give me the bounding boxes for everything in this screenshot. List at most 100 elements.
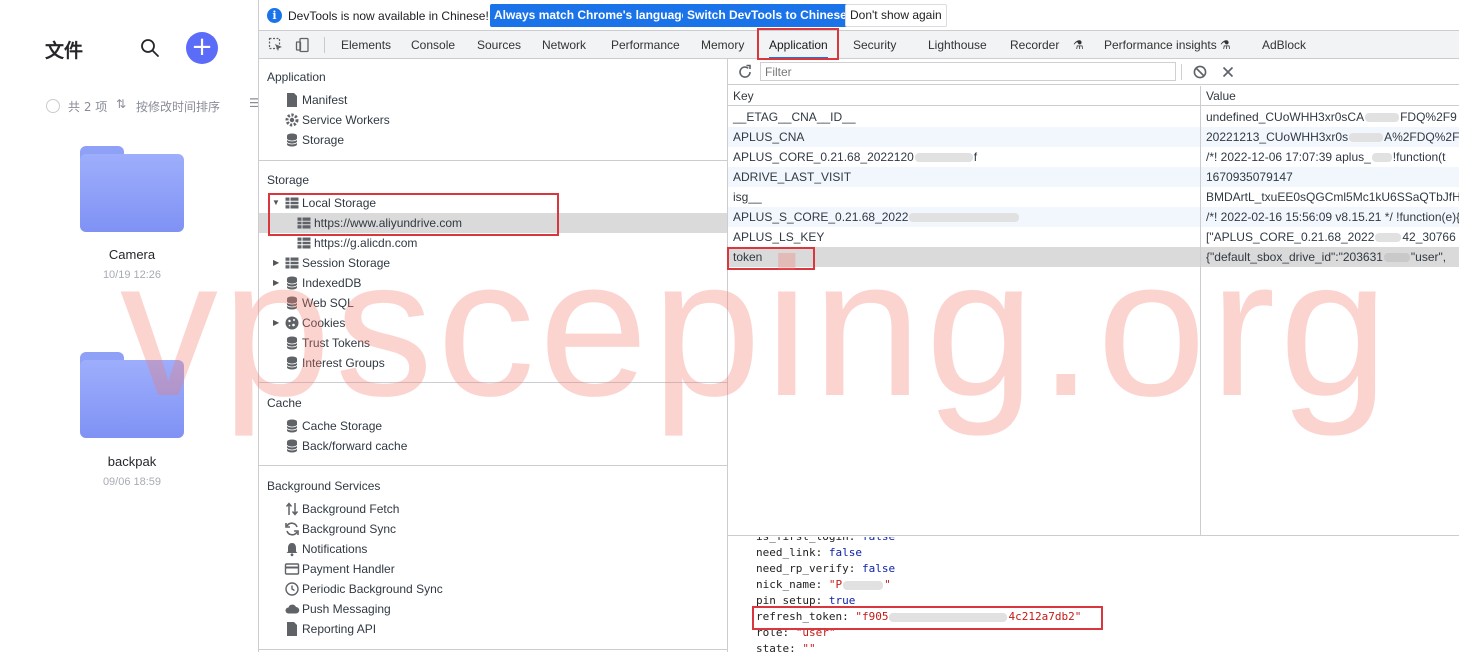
sort-button[interactable]: 按修改时间排序 [136, 98, 220, 115]
preview-value: false [861, 562, 896, 575]
sort-icon[interactable]: ⇅ [116, 97, 126, 111]
up-down-arrows-icon [285, 502, 299, 516]
inspect-element-icon[interactable] [268, 37, 284, 53]
credit-card-icon [284, 563, 300, 575]
sidebar-item-session-storage[interactable]: Session Storage [284, 253, 484, 273]
preview-key: is_first_login [756, 537, 849, 543]
sidebar-item-storage[interactable]: Storage [284, 130, 484, 150]
tab-performance[interactable]: Performance [611, 31, 680, 59]
sidebar-item-cookies[interactable]: Cookies [284, 313, 484, 333]
expand-arrow-icon[interactable]: ▶ [273, 258, 279, 267]
table-row[interactable]: APLUS_CORE_0.21.68_2022120 f /*! 2022-12-… [728, 147, 1459, 167]
expand-arrow-icon[interactable]: ▶ [273, 278, 279, 287]
table-row-token[interactable]: token {"default_sbox_drive_id":"203631 "u… [728, 247, 1459, 267]
match-language-button[interactable]: Always match Chrome's language [490, 4, 693, 27]
tab-performance-insights[interactable]: Performance insights [1104, 31, 1217, 59]
device-toolbar-icon[interactable] [295, 37, 311, 53]
tab-lighthouse[interactable]: Lighthouse [928, 31, 987, 59]
section-divider [259, 465, 728, 466]
column-divider[interactable] [1200, 86, 1201, 536]
value-text: ["APLUS_CORE_0.21.68_2022 [1206, 230, 1375, 244]
sidebar-item-trust-tokens[interactable]: Trust Tokens [284, 333, 484, 353]
redaction-blur [1383, 253, 1410, 263]
expand-arrow-icon[interactable]: ▼ [272, 198, 280, 207]
folder-name[interactable]: backpak [52, 454, 212, 469]
sidebar-item-background-sync[interactable]: Background Sync [284, 519, 504, 539]
tab-security[interactable]: Security [853, 31, 896, 59]
table-row[interactable]: APLUS_S_CORE_0.21.68_2022 /*! 2022-02-16… [728, 207, 1459, 227]
add-button[interactable]: + [186, 32, 218, 64]
preview-key: nick_name [756, 578, 816, 591]
key-cell: __ETAG__CNA__ID__ [728, 107, 1200, 127]
preview-value: false [828, 546, 862, 559]
sidebar-item-cache-storage[interactable]: Cache Storage [284, 416, 484, 436]
value-cell: BMDArtL_txuEE0sQGCml5Mc1kU6SSaQTbJfHGTp [1201, 187, 1459, 207]
devtools-tabbar: Elements Console Sources Network Perform… [259, 31, 1459, 59]
sidebar-item-origin-aliyundrive[interactable]: https://www.aliyundrive.com [259, 213, 727, 233]
table-row[interactable]: APLUS_LS_KEY ["APLUS_CORE_0.21.68_2022 42… [728, 227, 1459, 247]
sidebar-item-periodic-background-sync[interactable]: Periodic Background Sync [284, 579, 504, 599]
database-icon [286, 276, 298, 290]
key-cell: ADRIVE_LAST_VISIT [728, 167, 1200, 187]
value-text: {"default_sbox_drive_id":"203631 [1206, 250, 1383, 264]
section-divider [259, 382, 728, 383]
sidebar-item-back-forward-cache[interactable]: Back/forward cache [284, 436, 484, 456]
tab-network[interactable]: Network [542, 31, 586, 59]
sidebar-item-label: IndexedDB [302, 276, 362, 290]
preview-key: state [756, 642, 790, 652]
select-all-checkbox[interactable] [46, 99, 60, 113]
column-header-key[interactable]: Key [728, 86, 1200, 106]
sidebar-item-payment-handler[interactable]: Payment Handler [284, 559, 504, 579]
clear-all-icon[interactable] [1192, 64, 1208, 80]
sidebar-item-label: Service Workers [302, 113, 390, 127]
table-row[interactable]: ADRIVE_LAST_VISIT 1670935079147 [728, 167, 1459, 187]
tab-separator [324, 37, 325, 53]
sidebar-item-origin-alicdn[interactable]: https://g.alicdn.com [296, 233, 496, 253]
section-cache-title: Cache [267, 396, 302, 410]
folder-name[interactable]: Camera [52, 247, 212, 262]
sidebar-item-indexeddb[interactable]: IndexedDB [284, 273, 484, 293]
refresh-icon[interactable] [737, 64, 753, 80]
tab-elements[interactable]: Elements [341, 31, 391, 59]
tab-application[interactable]: Application [769, 31, 828, 59]
value-text: /*! 2022-12-06 17:07:39 aplus_ [1206, 150, 1371, 164]
tab-sources[interactable]: Sources [477, 31, 521, 59]
value-text: 20221213_CUoWHH3xr0s [1206, 130, 1349, 144]
table-row[interactable]: __ETAG__CNA__ID__ undefined_CUoWHH3xr0sC… [728, 107, 1459, 127]
tab-memory[interactable]: Memory [701, 31, 744, 59]
sidebar-item-web-sql[interactable]: Web SQL [284, 293, 484, 313]
key-text: APLUS_CORE_0.21.68_2022120 [733, 150, 914, 164]
sidebar-item-interest-groups[interactable]: Interest Groups [284, 353, 484, 373]
tab-console[interactable]: Console [411, 31, 455, 59]
database-icon [286, 296, 298, 310]
expand-arrow-icon[interactable]: ▶ [273, 318, 279, 327]
table-row[interactable]: isg__ BMDArtL_txuEE0sQGCml5Mc1kU6SSaQTbJ… [728, 187, 1459, 207]
sidebar-item-push-messaging[interactable]: Push Messaging [284, 599, 504, 619]
key-text: APLUS_CNA [733, 130, 805, 144]
filter-input[interactable] [760, 62, 1176, 81]
sidebar-item-background-fetch[interactable]: Background Fetch [284, 499, 504, 519]
sidebar-item-manifest[interactable]: Manifest [284, 90, 484, 110]
switch-chinese-button[interactable]: Switch DevTools to Chinese [683, 4, 851, 27]
search-icon[interactable] [140, 38, 160, 58]
key-text: __ETAG__CNA__ID__ [733, 110, 856, 124]
delete-selected-icon[interactable] [1220, 64, 1236, 80]
preview-line: nick_name: "P " [756, 578, 891, 591]
column-header-value[interactable]: Value [1201, 86, 1459, 106]
document-icon [287, 622, 297, 636]
value-cell: 1670935079147 [1201, 167, 1459, 187]
tab-adblock[interactable]: AdBlock [1262, 31, 1306, 59]
preview-line: need_link: false [756, 546, 862, 559]
tab-recorder[interactable]: Recorder [1010, 31, 1059, 59]
key-text: isg__ [733, 190, 762, 204]
table-row[interactable]: APLUS_CNA 20221213_CUoWHH3xr0s A%2FDQ%2F9 [728, 127, 1459, 147]
plus-icon: + [191, 32, 213, 62]
dont-show-again-button[interactable]: Don't show again [845, 4, 947, 27]
sidebar-item-notifications[interactable]: Notifications [284, 539, 504, 559]
preview-line: role: "user" [756, 626, 836, 639]
sidebar-item-reporting-api[interactable]: Reporting API [284, 619, 504, 639]
sidebar-item-local-storage[interactable]: Local Storage [284, 193, 484, 213]
sidebar-item-service-workers[interactable]: Service Workers [284, 110, 484, 130]
value-cell: /*! 2022-02-16 15:56:09 v8.15.21 */ !fun… [1201, 207, 1459, 227]
preview-line: state: "" [756, 641, 816, 652]
